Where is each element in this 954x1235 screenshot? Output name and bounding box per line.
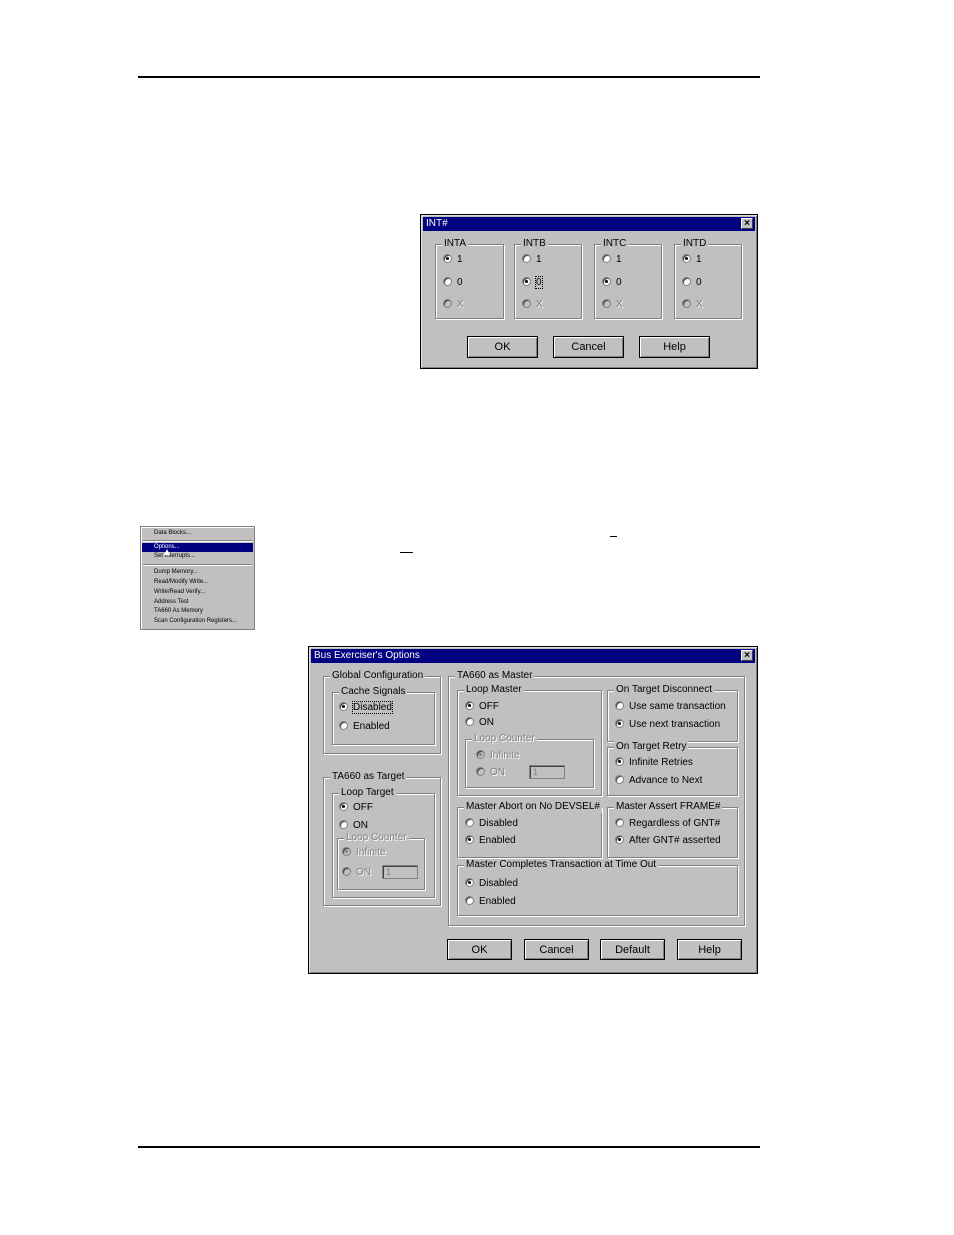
target-group: TA660 as Target Loop Target OFF ON Loop …: [323, 771, 441, 906]
menu-item-address-test[interactable]: Address Test: [142, 598, 253, 607]
cache-disabled-radio[interactable]: Disabled: [339, 701, 393, 714]
int-dialog: INT# × INTA 1 0 X INTB 1 0 X INTC 1 0 X …: [420, 214, 758, 369]
retry-advance-radio[interactable]: Advance to Next: [615, 775, 702, 787]
top-rule: [138, 76, 760, 78]
loop-master-on-radio[interactable]: ON: [465, 717, 494, 729]
int-dialog-titlebar: INT# ×: [423, 217, 755, 231]
options-dialog-titlebar: Bus Exerciser's Options ×: [311, 649, 755, 663]
context-menu: Data Blocks... Options... Set Interrupts…: [140, 526, 255, 630]
close-icon[interactable]: ×: [741, 218, 753, 229]
master-abort-group: Master Abort on No DEVSEL# Disabled Enab…: [457, 801, 602, 858]
int-dialog-title: INT#: [426, 218, 448, 229]
loop-target-on-radio[interactable]: ON: [339, 820, 368, 832]
menu-item-options[interactable]: Options...: [142, 543, 253, 552]
abort-disabled-radio[interactable]: Disabled: [465, 818, 518, 830]
loop-master-group: Loop Master OFF ON Loop Counter Infinite…: [457, 684, 602, 796]
default-button[interactable]: Default: [600, 939, 665, 960]
completes-enabled-radio[interactable]: Enabled: [465, 896, 516, 908]
master-group: TA660 as Master Loop Master OFF ON Loop …: [448, 670, 745, 926]
master-completes-group: Master Completes Transaction at Time Out…: [457, 859, 738, 916]
on-target-retry-group: On Target Retry Infinite Retries Advance…: [607, 741, 738, 796]
intc-label: INTC: [601, 238, 629, 250]
master-counter-infinite-radio: Infinite: [476, 750, 519, 762]
target-counter-field: 1: [382, 865, 418, 879]
cache-enabled-radio[interactable]: Enabled: [339, 721, 390, 733]
help-button[interactable]: Help: [639, 336, 710, 358]
frame-regardless-radio[interactable]: Regardless of GNT#: [615, 818, 720, 830]
disconnect-next-radio[interactable]: Use next transaction: [615, 719, 720, 731]
text-mark: [400, 552, 413, 553]
text-mark: [610, 536, 617, 537]
intd-label: INTD: [681, 238, 709, 250]
inta-label: INTA: [442, 238, 469, 250]
intd-radio-0[interactable]: 0: [682, 277, 702, 289]
intb-label: INTB: [521, 238, 548, 250]
intd-radio-1[interactable]: 1: [682, 254, 702, 266]
intb-group: INTB 1 0 X: [514, 238, 582, 319]
intc-group: INTC 1 0 X: [594, 238, 662, 319]
ok-button[interactable]: OK: [467, 336, 538, 358]
master-counter-on-radio: ON: [476, 767, 505, 779]
master-counter-field: 1: [529, 765, 565, 779]
menu-item-read-modify-write[interactable]: Read/Modify Write...: [142, 578, 253, 587]
options-dialog-title: Bus Exerciser's Options: [314, 650, 420, 661]
intb-radio-x: X: [522, 299, 543, 311]
master-assert-frame-group: Master Assert FRAME# Regardless of GNT# …: [607, 801, 738, 858]
retry-infinite-radio[interactable]: Infinite Retries: [615, 757, 693, 769]
menu-item-write-read-verify[interactable]: Write/Read Verify...: [142, 588, 253, 597]
disconnect-same-radio[interactable]: Use same transaction: [615, 701, 726, 713]
menu-item-ta660-as-memory[interactable]: TA660 As Memory: [142, 607, 253, 616]
intc-radio-x: X: [602, 299, 623, 311]
master-loop-counter-group: Loop Counter Infinite ON 1: [465, 733, 594, 788]
cancel-button[interactable]: Cancel: [553, 336, 624, 358]
loop-target-group: Loop Target OFF ON Loop Counter Infinite…: [332, 787, 435, 898]
options-dialog: Bus Exerciser's Options × Global Configu…: [308, 646, 758, 974]
help-button[interactable]: Help: [677, 939, 742, 960]
menu-item-dump-memory[interactable]: Dump Memory...: [142, 568, 253, 577]
menu-item-set-interrupts[interactable]: Set Interrupts...: [142, 552, 253, 561]
on-target-disconnect-group: On Target Disconnect Use same transactio…: [607, 684, 738, 742]
intc-radio-0[interactable]: 0: [602, 277, 622, 289]
loop-target-off-radio[interactable]: OFF: [339, 802, 373, 814]
bottom-rule: [138, 1146, 760, 1148]
intc-radio-1[interactable]: 1: [602, 254, 622, 266]
intb-radio-1[interactable]: 1: [522, 254, 542, 266]
inta-radio-x: X: [443, 299, 464, 311]
intb-radio-0[interactable]: 0: [522, 276, 543, 289]
completes-disabled-radio[interactable]: Disabled: [465, 878, 518, 890]
inta-radio-0[interactable]: 0: [443, 277, 463, 289]
menu-item-scan-config-registers[interactable]: Scan Configuration Registers...: [142, 617, 253, 626]
cancel-button[interactable]: Cancel: [524, 939, 589, 960]
mouse-cursor-icon: [164, 549, 170, 555]
global-configuration-group: Global Configuration Cache Signals Disab…: [323, 670, 441, 754]
inta-group: INTA 1 0 X: [435, 238, 504, 319]
ok-button[interactable]: OK: [447, 939, 512, 960]
intd-radio-x: X: [682, 299, 703, 311]
menu-item-data-blocks[interactable]: Data Blocks...: [142, 529, 253, 538]
inta-radio-1[interactable]: 1: [443, 254, 463, 266]
target-loop-counter-group: Loop Counter Infinite ON 1: [337, 832, 425, 890]
target-counter-infinite-radio: Infinite: [342, 847, 385, 859]
close-icon[interactable]: ×: [741, 650, 753, 661]
loop-master-off-radio[interactable]: OFF: [465, 701, 499, 713]
target-counter-on-radio: ON: [342, 867, 371, 879]
cache-signals-group: Cache Signals Disabled Enabled: [332, 686, 435, 745]
intd-group: INTD 1 0 X: [674, 238, 742, 319]
abort-enabled-radio[interactable]: Enabled: [465, 835, 516, 847]
menu-separator: [143, 564, 252, 566]
menu-separator: [143, 540, 252, 542]
frame-after-radio[interactable]: After GNT# asserted: [615, 835, 721, 847]
